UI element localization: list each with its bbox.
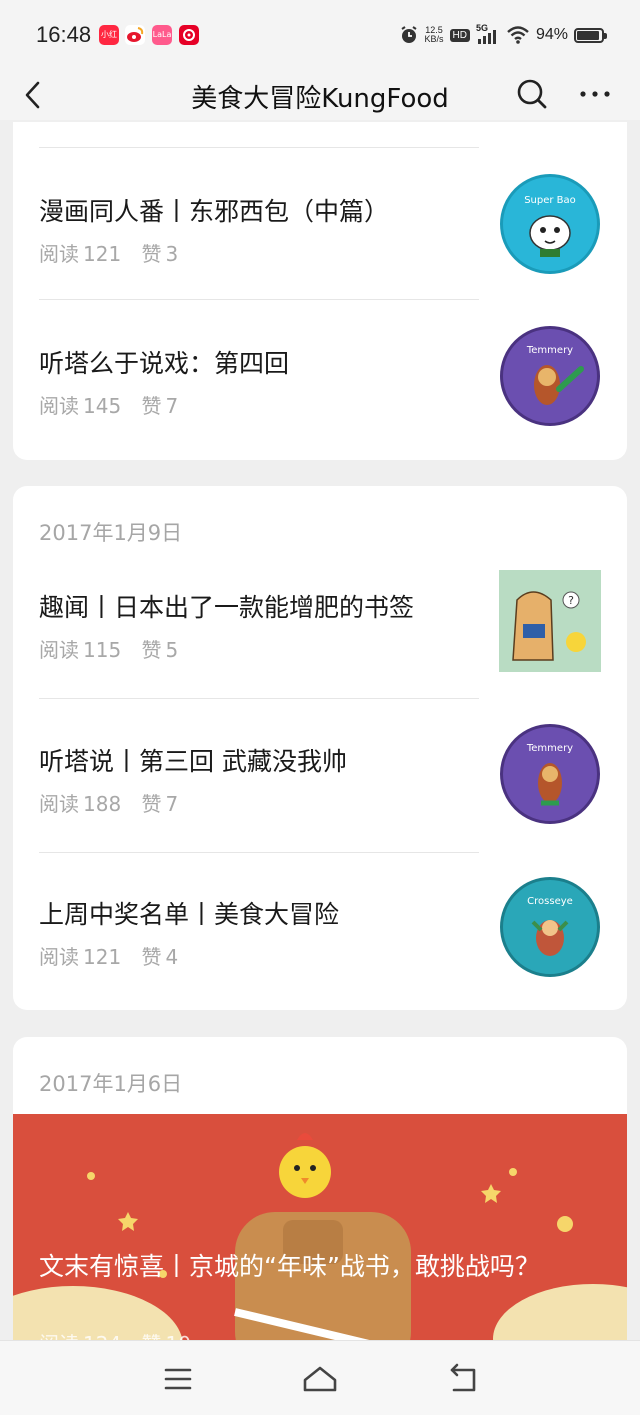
svg-text:Temmery: Temmery bbox=[526, 743, 573, 754]
article-stats: 阅读 121 赞 4 bbox=[39, 941, 178, 970]
article-group-card: 2017年1月6日 文末有惊喜丨京城的“年味”战书，敢挑战吗？ 阅读 124 赞… bbox=[13, 1037, 627, 1377]
system-nav-bar bbox=[0, 1340, 640, 1415]
article-thumbnail: Crosseye bbox=[500, 877, 600, 977]
crosseye-mascot-icon: Crosseye bbox=[527, 896, 573, 956]
like-label: 赞 bbox=[141, 638, 162, 662]
article-title: 听塔说丨第三回 武藏没我帅 bbox=[39, 747, 347, 776]
article-stats: 阅读 121 赞 3 bbox=[39, 238, 178, 267]
svg-text:Temmery: Temmery bbox=[526, 345, 573, 356]
read-count: 145 bbox=[83, 394, 122, 418]
banner-illustration bbox=[13, 1133, 627, 1354]
article-thumbnail: Temmery bbox=[500, 326, 600, 426]
article-title: 文末有惊喜丨京城的“年味”战书，敢挑战吗？ bbox=[39, 1252, 540, 1281]
status-time: 16:48 bbox=[36, 22, 92, 47]
read-count: 121 bbox=[83, 945, 122, 969]
svg-text:Crosseye: Crosseye bbox=[527, 896, 573, 907]
menu-button[interactable] bbox=[158, 1359, 198, 1399]
article-title: 听塔么于说戏：第四回 bbox=[39, 349, 290, 378]
article-title: 趣闻丨日本出了一款能增肥的书签 bbox=[39, 593, 415, 622]
battery-percent: 94% bbox=[535, 26, 568, 43]
read-count: 121 bbox=[83, 242, 122, 266]
wifi-icon bbox=[507, 26, 529, 44]
article-thumbnail: Temmery bbox=[500, 724, 600, 824]
divider bbox=[39, 147, 479, 148]
status-bar: 16:48 小红书 LaLa 12.5 KB/s HD 5G 94% bbox=[0, 0, 640, 70]
netease-music-icon bbox=[179, 25, 199, 45]
like-count: 3 bbox=[165, 242, 179, 266]
svg-text:Super Bao: Super Bao bbox=[524, 195, 576, 206]
like-count: 4 bbox=[165, 945, 179, 969]
like-label: 赞 bbox=[141, 792, 162, 816]
article-stats: 阅读 188 赞 7 bbox=[39, 788, 178, 817]
network-speed: 12.5 KB/s bbox=[424, 25, 444, 44]
article-group-card: 2017年1月9日 趣闻丨日本出了一款能增肥的书签 阅读 115 赞 5 ? 听… bbox=[13, 486, 627, 1010]
hd-badge: HD bbox=[449, 28, 470, 42]
like-count: 5 bbox=[165, 638, 179, 662]
back-nav-icon bbox=[450, 1363, 476, 1392]
article-item[interactable]: 听塔说丨第三回 武藏没我帅 阅读 188 赞 7 Temmery bbox=[13, 724, 627, 892]
article-stats: 阅读 145 赞 7 bbox=[39, 390, 178, 419]
article-group-card: 漫画同人番丨东邪西包（中篇） 阅读 121 赞 3 Super Bao 听塔么于… bbox=[13, 122, 627, 460]
bookmark-mascot-icon: ? bbox=[512, 591, 586, 661]
status-indicators: 12.5 KB/s HD 5G 94% bbox=[399, 23, 607, 46]
group-date: 2017年1月6日 bbox=[39, 1072, 183, 1096]
article-stats: 阅读 115 赞 5 bbox=[39, 634, 178, 663]
like-label: 赞 bbox=[141, 394, 162, 418]
svg-text:?: ? bbox=[568, 594, 574, 607]
read-label: 阅读 bbox=[39, 638, 79, 662]
article-item[interactable]: 趣闻丨日本出了一款能增肥的书签 阅读 115 赞 5 ? bbox=[13, 570, 627, 738]
banner-article[interactable]: 文末有惊喜丨京城的“年味”战书，敢挑战吗？ 阅读 124 赞 10 bbox=[13, 1114, 627, 1354]
read-count: 115 bbox=[83, 638, 122, 662]
xiaohongshu-icon: 小红书 bbox=[99, 25, 119, 45]
lala-icon: LaLa bbox=[152, 25, 172, 45]
article-item[interactable]: 上周中奖名单丨美食大冒险 阅读 121 赞 4 Crosseye bbox=[13, 877, 627, 1010]
super-bao-mascot-icon: Super Bao bbox=[524, 195, 576, 257]
home-button[interactable] bbox=[300, 1359, 340, 1399]
read-label: 阅读 bbox=[39, 792, 79, 816]
search-icon bbox=[517, 79, 547, 109]
search-button[interactable] bbox=[512, 74, 552, 114]
home-icon bbox=[303, 1366, 337, 1392]
signal-icon: 5G bbox=[476, 23, 500, 45]
read-label: 阅读 bbox=[39, 242, 79, 266]
divider bbox=[39, 299, 479, 300]
like-label: 赞 bbox=[141, 945, 162, 969]
divider bbox=[39, 698, 479, 699]
like-count: 7 bbox=[165, 394, 179, 418]
temmery-mascot-icon: Temmery bbox=[526, 743, 573, 806]
weibo-icon bbox=[125, 25, 145, 45]
nav-bar: 美食大冒险KungFood bbox=[0, 70, 640, 120]
back-nav-button[interactable] bbox=[443, 1359, 483, 1399]
article-item[interactable]: 漫画同人番丨东邪西包（中篇） 阅读 121 赞 3 Super Bao bbox=[13, 174, 627, 342]
read-label: 阅读 bbox=[39, 394, 79, 418]
divider bbox=[39, 852, 479, 853]
like-count: 7 bbox=[165, 792, 179, 816]
temmery-mascot-icon: Temmery bbox=[526, 345, 584, 405]
read-label: 阅读 bbox=[39, 945, 79, 969]
read-count: 188 bbox=[83, 792, 122, 816]
article-thumbnail: ? bbox=[499, 570, 601, 672]
more-icon bbox=[580, 91, 610, 97]
article-title: 上周中奖名单丨美食大冒险 bbox=[39, 900, 340, 929]
like-label: 赞 bbox=[141, 242, 162, 266]
article-title: 漫画同人番丨东邪西包（中篇） bbox=[39, 197, 390, 226]
alarm-icon bbox=[400, 26, 417, 43]
article-thumbnail: Super Bao bbox=[500, 174, 600, 274]
battery-icon bbox=[574, 27, 607, 43]
group-date: 2017年1月9日 bbox=[39, 521, 183, 545]
article-item[interactable]: 听塔么于说戏：第四回 阅读 145 赞 7 Temmery bbox=[13, 326, 627, 460]
menu-icon bbox=[164, 1368, 192, 1390]
more-button[interactable] bbox=[574, 74, 616, 114]
